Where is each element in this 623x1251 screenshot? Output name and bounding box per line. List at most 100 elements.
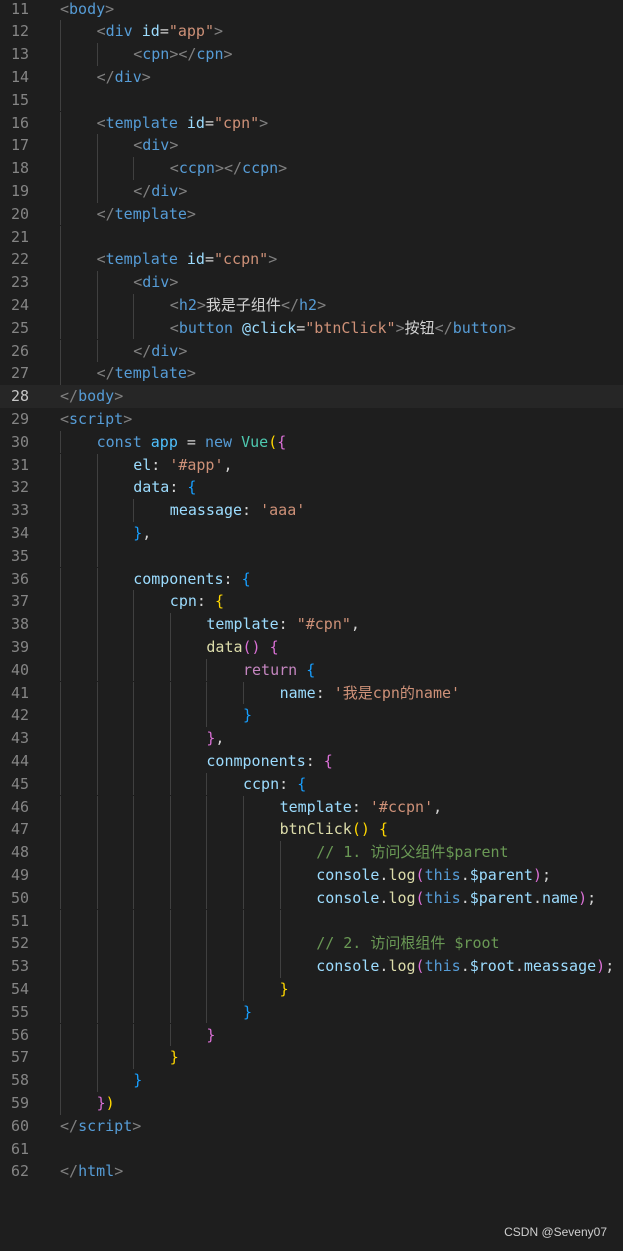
code-line[interactable]: 47 btnClick() {: [0, 818, 623, 842]
code-line[interactable]: 21: [0, 225, 623, 249]
code-line[interactable]: 24 <h2>我是子组件</h2>: [0, 293, 623, 317]
code-token: data: [206, 637, 243, 656]
code-line[interactable]: 35: [0, 544, 623, 568]
code-line[interactable]: 20 </template>: [0, 202, 623, 226]
indent-guide: [169, 658, 171, 682]
indent-guide: [133, 749, 135, 773]
code-token: </: [434, 318, 453, 337]
code-line[interactable]: 45 ccpn: {: [0, 772, 623, 796]
code-token: cpn: [142, 45, 170, 64]
code-line[interactable]: 51: [0, 909, 623, 933]
code-token: $parent: [469, 865, 533, 884]
indent-guide: [96, 977, 98, 1001]
indent-guide: [133, 590, 135, 614]
code-editor[interactable]: 11 <body> 12 <div id="app"> 13 <cpn></cpn> 14 <…: [0, 0, 623, 1251]
code-line[interactable]: 28 </body>: [0, 385, 623, 408]
indent-guide: [206, 795, 208, 819]
code-line[interactable]: 34},: [0, 521, 623, 545]
code-line[interactable]: 60 </script>: [0, 1115, 623, 1138]
code-text: template: '#ccpn',: [280, 796, 443, 819]
code-line[interactable]: 44 conmponents: {: [0, 749, 623, 773]
code-line[interactable]: 42}: [0, 704, 623, 728]
code-line[interactable]: 22 <template id="ccpn">: [0, 248, 623, 272]
code-token: </: [133, 181, 152, 200]
line-number: 36: [10, 569, 29, 588]
code-line[interactable]: 53 console.log(this.$root.meassage);: [0, 955, 623, 978]
code-line[interactable]: 17 <div>: [0, 134, 623, 158]
line-number: 22: [10, 250, 29, 269]
indent-guide: [133, 499, 135, 522]
code-token: // 2. 访问根组件 $root: [316, 934, 500, 953]
line-number: 52: [10, 934, 29, 953]
code-token: template: [114, 204, 187, 223]
line-number: 23: [10, 273, 29, 292]
code-line[interactable]: 26 </div>: [0, 339, 623, 363]
code-line[interactable]: 38 template: "#cpn",: [0, 613, 623, 636]
code-line[interactable]: 27 </template>: [0, 362, 623, 386]
code-line[interactable]: 18 <ccpn></ccpn>: [0, 157, 623, 180]
code-line[interactable]: 55}: [0, 1000, 623, 1024]
code-line[interactable]: 25 <button @click="btnClick">按钮</button>: [0, 316, 623, 340]
code-line[interactable]: 50 console.log(this.$parent.name);: [0, 886, 623, 910]
code-line[interactable]: 39 data() {: [0, 635, 623, 659]
code-token: >: [214, 22, 224, 41]
indent-guide: [60, 635, 61, 659]
indent-guide: [169, 635, 171, 659]
code-line[interactable]: 13 <cpn></cpn>: [0, 43, 623, 66]
code-line[interactable]: 41 name: '我是cpn的name': [0, 681, 623, 705]
line-number: 38: [10, 615, 29, 634]
code-line[interactable]: 48 // 1. 访问父组件$parent: [0, 841, 623, 864]
code-line[interactable]: 11 <body>: [0, 0, 623, 20]
code-line[interactable]: 23 <div>: [0, 271, 623, 294]
code-line[interactable]: 52 // 2. 访问根组件 $root: [0, 932, 623, 956]
line-number: 30: [10, 432, 29, 451]
indent-guide: [60, 544, 61, 568]
code-token: :: [169, 478, 188, 497]
line-number: 14: [10, 67, 29, 86]
indent-guide: [60, 179, 61, 203]
code-line[interactable]: 30 const app = new Vue({: [0, 430, 623, 454]
code-line[interactable]: 33 meassage: 'aaa': [0, 499, 623, 522]
code-token: }: [96, 1093, 106, 1112]
code-token: el: [133, 455, 152, 474]
indent-guide: [133, 316, 135, 340]
code-token: ;: [541, 865, 551, 884]
code-line[interactable]: 43},: [0, 727, 623, 750]
code-text: <div>: [133, 271, 178, 294]
code-line[interactable]: 31 el: '#app',: [0, 453, 623, 477]
code-line[interactable]: 57}: [0, 1046, 623, 1070]
watermark: CSDN @Seveny07: [504, 1225, 607, 1239]
code-line[interactable]: 56}: [0, 1023, 623, 1047]
code-line[interactable]: 19 </div>: [0, 179, 623, 203]
indent-guide: [96, 453, 98, 477]
code-token: div: [151, 181, 179, 200]
code-line[interactable]: 54}: [0, 977, 623, 1001]
code-line[interactable]: 32 data: {: [0, 476, 623, 500]
line-number: 11: [10, 0, 29, 18]
indent-guide: [243, 909, 244, 933]
code-line[interactable]: 61: [0, 1138, 623, 1161]
code-token: >: [259, 113, 269, 132]
code-line[interactable]: 12 <div id="app">: [0, 20, 623, 44]
code-token: script: [78, 1116, 133, 1135]
code-line[interactable]: 15: [0, 88, 623, 112]
indent-guide: [96, 704, 98, 728]
line-number: 61: [10, 1139, 29, 1158]
code-token: =: [204, 250, 214, 269]
code-line[interactable]: 37 cpn: {: [0, 590, 623, 614]
indent-guide: [60, 521, 61, 545]
code-line[interactable]: 46 template: '#ccpn',: [0, 795, 623, 819]
code-line[interactable]: 62 </html>: [0, 1160, 623, 1183]
indent-guide: [96, 476, 98, 500]
code-line[interactable]: 29 <script>: [0, 408, 623, 431]
code-line[interactable]: 40 return {: [0, 658, 623, 682]
code-line[interactable]: 14 </div>: [0, 65, 623, 89]
indent-guide: [60, 248, 61, 272]
indent-guide: [60, 795, 61, 819]
code-line[interactable]: 49 console.log(this.$parent);: [0, 863, 623, 887]
code-line[interactable]: 59}): [0, 1091, 623, 1115]
code-text: }: [243, 704, 252, 727]
code-line[interactable]: 58}: [0, 1069, 623, 1092]
code-line[interactable]: 16 <template id="cpn">: [0, 111, 623, 135]
code-line[interactable]: 36 components: {: [0, 567, 623, 591]
